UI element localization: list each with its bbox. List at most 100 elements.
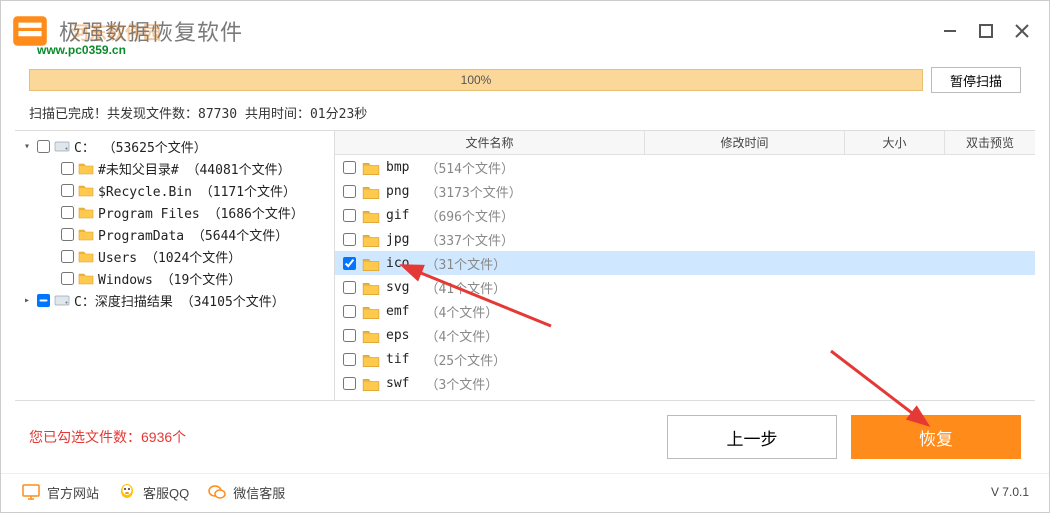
progress-row: 100% 暂停扫描 [1,61,1049,99]
maximize-button[interactable] [975,20,997,42]
folder-icon [362,352,380,366]
list-row[interactable]: swf（3个文件） [335,371,1035,395]
wechat-support-link[interactable]: 微信客服 [207,482,285,502]
tree-checkbox[interactable] [37,140,50,153]
list-checkbox[interactable] [343,233,356,246]
pause-scan-button[interactable]: 暂停扫描 [931,67,1021,93]
qq-support-label: 客服QQ [143,483,189,502]
tree-label: Program Files （1686个文件） [98,203,304,222]
list-header: 文件名称 修改时间 大小 双击预览 [335,131,1035,155]
list-checkbox[interactable] [343,353,356,366]
folder-icon [362,256,380,270]
tree-row[interactable]: Users （1024个文件） [17,245,332,267]
tree-row[interactable]: $Recycle.Bin （1171个文件） [17,179,332,201]
watermark-site: www.pc0359.cn [37,43,126,57]
list-checkbox[interactable] [343,305,356,318]
list-row[interactable]: emf（4个文件） [335,299,1035,323]
folder-icon [362,376,380,390]
tree-row[interactable]: ProgramData （5644个文件） [17,223,332,245]
list-item-name: png [386,184,409,199]
folder-icon [362,160,380,174]
list-item-name: svg [386,280,409,295]
col-header-size[interactable]: 大小 [845,131,945,154]
scan-status: 扫描已完成！共发现文件数：87730 共用时间：01分23秒 [1,99,1049,130]
list-item-count: （25个文件） [425,350,506,369]
official-site-link[interactable]: 官方网站 [21,482,99,502]
close-button[interactable] [1011,20,1033,42]
folder-icon [362,232,380,246]
minimize-button[interactable] [939,20,961,42]
tree-label: Windows （19个文件） [98,269,241,288]
list-item-name: swf [386,376,409,391]
folder-icon [78,271,94,285]
list-item-count: （41个文件） [425,278,506,297]
list-panel: 文件名称 修改时间 大小 双击预览 bmp（514个文件） png （3173个文件… [335,131,1035,400]
list-item-count: （696个文件） [425,206,513,225]
list-row[interactable]: bmp（514个文件） [335,155,1035,179]
list-checkbox[interactable] [343,257,356,270]
tree-row[interactable]: #未知父目录# （44081个文件） [17,157,332,179]
tree-label: Users （1024个文件） [98,247,241,266]
list-item-name: ico [386,256,409,271]
official-site-label: 官方网站 [47,483,99,502]
window-controls [939,20,1041,42]
list-row[interactable]: jpg（337个文件） [335,227,1035,251]
tree-toggle-icon[interactable]: ▸ [21,295,33,306]
tree-checkbox[interactable] [61,184,74,197]
prev-step-button[interactable]: 上一步 [667,415,837,459]
col-header-name[interactable]: 文件名称 [335,131,645,154]
tree-label: ProgramData （5644个文件） [98,225,288,244]
list-item-name: eps [386,328,409,343]
list-row[interactable]: png （3173个文件） [335,179,1035,203]
tree-checkbox[interactable] [37,294,50,307]
tree-row[interactable]: Program Files （1686个文件） [17,201,332,223]
list-item-count: （3173个文件） [425,182,521,201]
list-row[interactable]: svg （41个文件） [335,275,1035,299]
list-body[interactable]: bmp（514个文件） png （3173个文件） gif （696个文件） jpg（33… [335,155,1035,400]
titlebar: 河东软件园 极强数据恢复软件 www.pc0359.cn [1,1,1049,61]
folder-icon [362,328,380,342]
list-row[interactable]: eps （4个文件） [335,323,1035,347]
app-window: 河东软件园 极强数据恢复软件 www.pc0359.cn 100% 暂停扫描 扫… [0,0,1050,513]
tree-row[interactable]: Windows （19个文件） [17,267,332,289]
tree-panel[interactable]: ▾C： （53625个文件） #未知父目录# （44081个文件）$Recycle… [15,131,335,400]
col-header-preview[interactable]: 双击预览 [945,131,1035,154]
footer-links: 官方网站 客服QQ 微信客服 V 7.0.1 [1,473,1049,512]
tree-checkbox[interactable] [61,250,74,263]
tree-toggle-icon[interactable]: ▾ [21,141,33,152]
version-label: V 7.0.1 [991,485,1029,499]
folder-icon [362,208,380,222]
wechat-icon [207,482,227,502]
list-checkbox[interactable] [343,185,356,198]
tree-row[interactable]: ▸ C：深度扫描结果 （34105个文件） [17,289,332,311]
list-item-name: tif [386,352,409,367]
col-header-time[interactable]: 修改时间 [645,131,845,154]
list-item-count: （4个文件） [425,326,498,345]
list-item-name: gif [386,208,409,223]
folder-icon [78,249,94,263]
list-item-name: bmp [386,160,409,175]
tree-checkbox[interactable] [61,206,74,219]
recover-button[interactable]: 恢复 [851,415,1021,459]
list-row[interactable]: ico（31个文件） [335,251,1035,275]
tree-checkbox[interactable] [61,272,74,285]
list-row[interactable]: tif （25个文件） [335,347,1035,371]
folder-icon [78,205,94,219]
tree-label: C：深度扫描结果 （34105个文件） [74,291,285,310]
tree-checkbox[interactable] [61,162,74,175]
list-checkbox[interactable] [343,209,356,222]
list-checkbox[interactable] [343,329,356,342]
qq-support-link[interactable]: 客服QQ [117,482,189,502]
tree-row[interactable]: ▾C： （53625个文件） [17,135,332,157]
progress-percent: 100% [461,73,492,87]
list-item-name: emf [386,304,409,319]
folder-icon [78,227,94,241]
list-checkbox[interactable] [343,161,356,174]
progress-bar: 100% [29,69,923,91]
list-checkbox[interactable] [343,281,356,294]
list-item-name: jpg [386,232,409,247]
list-row[interactable]: gif （696个文件） [335,203,1035,227]
tree-label: #未知父目录# （44081个文件） [98,159,291,178]
list-checkbox[interactable] [343,377,356,390]
tree-checkbox[interactable] [61,228,74,241]
